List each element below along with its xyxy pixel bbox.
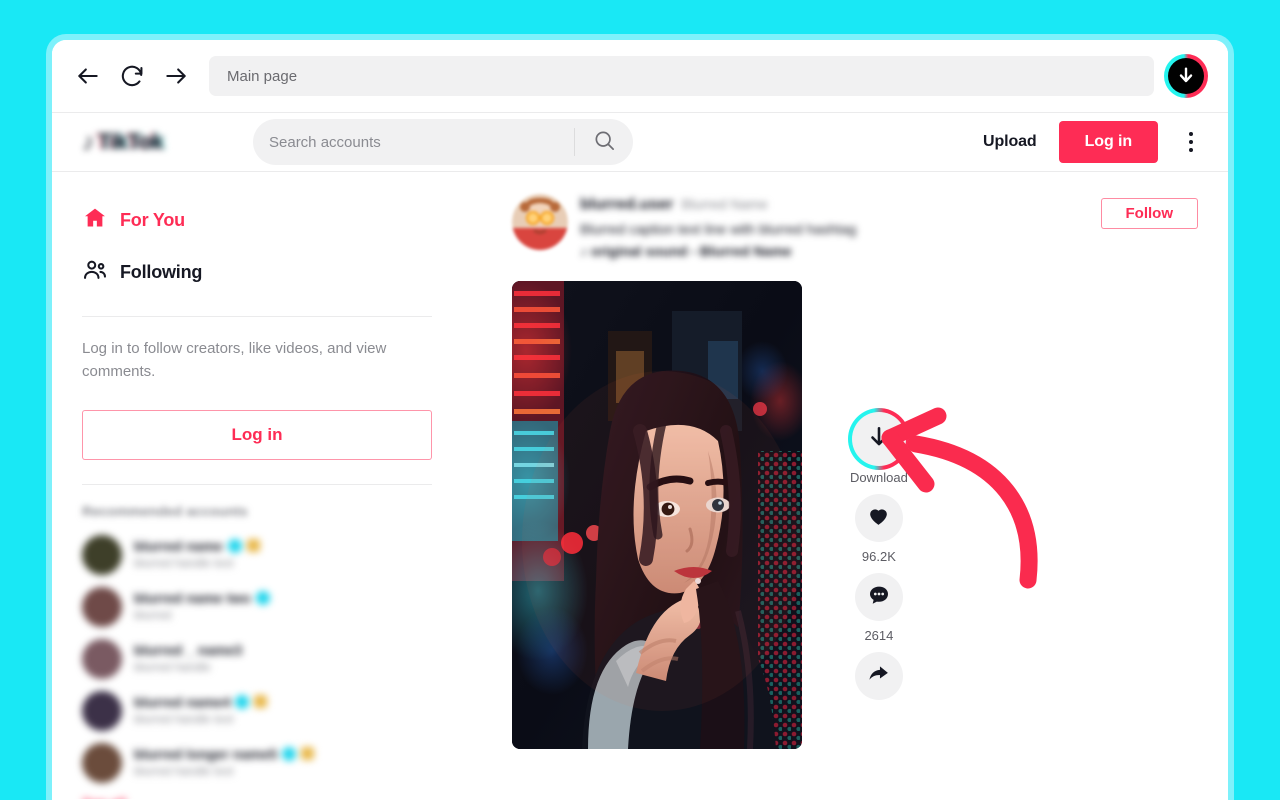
forward-button[interactable] bbox=[154, 54, 198, 98]
verified-badge-icon bbox=[235, 694, 250, 709]
header-login-button[interactable]: Log in bbox=[1058, 121, 1158, 163]
reload-button[interactable] bbox=[110, 54, 154, 98]
post-header: blurred.user Blurred Name Blurred captio… bbox=[512, 194, 1198, 259]
sidebar-divider-2 bbox=[82, 483, 432, 485]
browser-toolbar: Main page bbox=[52, 40, 1228, 112]
list-item[interactable]: blurred name4 blurred handle text bbox=[82, 685, 432, 737]
avatar bbox=[82, 534, 122, 575]
address-bar[interactable]: Main page bbox=[209, 56, 1154, 96]
account-handle: blurred handle text bbox=[134, 555, 234, 570]
sidebar-item-for-you[interactable]: For You bbox=[82, 198, 432, 242]
list-item[interactable]: blurred name blurred handle text bbox=[82, 529, 432, 581]
address-bar-value: Main page bbox=[227, 67, 298, 85]
post-music[interactable]: ♪ original sound - Blurred Name bbox=[580, 243, 1089, 259]
post-author[interactable]: blurred.user Blurred Name bbox=[580, 196, 1089, 214]
video-frame bbox=[512, 281, 802, 749]
sidebar-item-for-you-label: For You bbox=[120, 209, 185, 230]
verified-badge-icon bbox=[282, 746, 297, 761]
site-header: ♪ TikTok Upload Log in bbox=[52, 112, 1228, 172]
people-icon bbox=[82, 257, 108, 288]
download-label: Download bbox=[850, 470, 908, 485]
music-note-icon: ♪ bbox=[82, 127, 95, 156]
more-vertical-icon[interactable] bbox=[1180, 121, 1202, 163]
video-player[interactable] bbox=[512, 281, 802, 749]
account-name: blurred name two bbox=[134, 590, 432, 606]
post-nickname: Blurred Name bbox=[681, 196, 768, 212]
tiktok-downloader-extension-icon[interactable] bbox=[1164, 54, 1208, 98]
account-name: blurred _ name3 bbox=[134, 641, 243, 658]
account-handle: blurred handle text bbox=[134, 763, 234, 778]
like-count: 96.2K bbox=[861, 549, 896, 564]
list-item[interactable]: blurred _ name3 blurred handle bbox=[82, 633, 432, 685]
reload-icon bbox=[119, 63, 145, 89]
post-body: Download 96.2K 2614 bbox=[512, 281, 1198, 749]
sidebar-item-following-label: Following bbox=[120, 261, 203, 282]
heart-icon bbox=[866, 503, 891, 533]
sidebar-item-following[interactable]: Following bbox=[82, 250, 432, 294]
video-actions: Download 96.2K 2614 bbox=[847, 281, 910, 709]
avatar bbox=[82, 690, 122, 731]
verified-badge-icon bbox=[227, 538, 242, 553]
sidebar: For You Following Log in to follow creat… bbox=[52, 172, 462, 799]
download-arrow-icon bbox=[866, 424, 892, 455]
follow-button[interactable]: Follow bbox=[1100, 198, 1198, 229]
post-meta: blurred.user Blurred Name Blurred captio… bbox=[580, 194, 1089, 259]
like-action: 96.2K bbox=[854, 494, 903, 564]
avatar[interactable] bbox=[512, 194, 568, 250]
like-button[interactable] bbox=[854, 494, 903, 542]
list-item[interactable]: blurred name two blurred bbox=[82, 581, 432, 633]
post-username: blurred.user bbox=[580, 196, 674, 213]
share-action bbox=[854, 652, 903, 700]
sidebar-login-button[interactable]: Log in bbox=[82, 409, 432, 460]
page-body: For You Following Log in to follow creat… bbox=[52, 172, 1228, 799]
account-name: blurred name bbox=[134, 538, 432, 554]
creator-badge-icon bbox=[301, 747, 315, 760]
search-input[interactable] bbox=[253, 119, 574, 165]
search-bar[interactable] bbox=[253, 119, 633, 165]
comment-icon bbox=[867, 583, 891, 612]
suggested-accounts-title: Recommended accounts bbox=[82, 502, 248, 519]
tiktok-logo[interactable]: ♪ TikTok bbox=[82, 126, 200, 158]
account-name: blurred longer name5 bbox=[134, 746, 432, 762]
download-action: Download bbox=[847, 408, 910, 485]
account-name: blurred name4 bbox=[134, 694, 432, 710]
download-icon-bg bbox=[851, 412, 906, 466]
extension-core bbox=[1168, 58, 1204, 94]
home-icon bbox=[82, 205, 108, 236]
comment-button[interactable] bbox=[854, 573, 903, 621]
sidebar-divider-1 bbox=[82, 316, 432, 317]
account-handle: blurred handle text bbox=[134, 711, 234, 726]
browser-window: Main page ♪ TikTok Upload Log in bbox=[52, 40, 1228, 800]
creator-badge-icon bbox=[254, 695, 268, 708]
account-handle: blurred handle bbox=[134, 659, 211, 674]
logo-text: TikTok bbox=[97, 129, 164, 154]
creator-badge-icon bbox=[246, 539, 260, 552]
avatar bbox=[82, 742, 122, 783]
share-arrow-icon bbox=[866, 661, 891, 691]
search-icon bbox=[593, 129, 616, 155]
see-all-link[interactable]: See all bbox=[82, 795, 432, 800]
post-caption: Blurred caption text line with blurred h… bbox=[580, 221, 857, 237]
feed: blurred.user Blurred Name Blurred captio… bbox=[462, 172, 1228, 799]
login-prompt-text: Log in to follow creators, like videos, … bbox=[82, 340, 387, 381]
comment-count: 2614 bbox=[864, 628, 894, 643]
header-actions: Upload Log in bbox=[983, 121, 1202, 163]
avatar bbox=[82, 586, 122, 627]
back-button[interactable] bbox=[66, 54, 110, 98]
arrow-left-icon bbox=[75, 63, 101, 89]
arrow-right-icon bbox=[163, 63, 189, 89]
verified-badge-icon bbox=[255, 590, 270, 605]
account-handle: blurred bbox=[134, 607, 172, 622]
upload-button[interactable]: Upload bbox=[983, 133, 1037, 151]
download-button[interactable] bbox=[847, 408, 910, 470]
avatar bbox=[82, 638, 122, 679]
search-button[interactable] bbox=[575, 119, 633, 165]
comment-action: 2614 bbox=[854, 573, 903, 643]
share-button[interactable] bbox=[854, 652, 903, 700]
list-item[interactable]: blurred longer name5 blurred handle text bbox=[82, 737, 432, 789]
